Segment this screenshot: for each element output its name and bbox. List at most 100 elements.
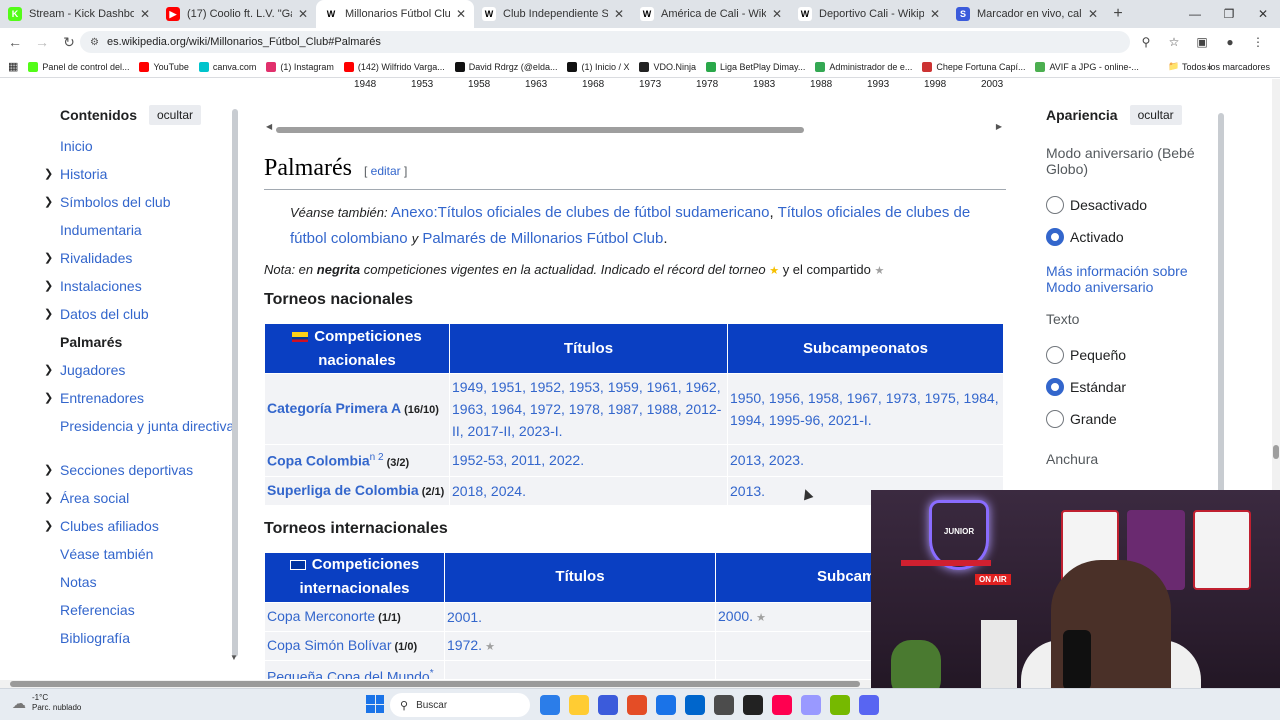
chevron-right-icon[interactable]: ❯: [44, 193, 53, 211]
bookmark-item[interactable]: (1) Instagram: [266, 61, 334, 72]
see-also-link-1[interactable]: Anexo:Títulos oficiales de clubes de fút…: [391, 204, 770, 221]
toc-item[interactable]: ❯ Rivalidades: [44, 249, 235, 277]
radio-checked-icon[interactable]: [1046, 378, 1064, 396]
bookmark-item[interactable]: AVIF a JPG - online-...: [1035, 61, 1139, 72]
toc-item[interactable]: ❯ Secciones deportivas: [44, 461, 235, 489]
back-icon[interactable]: ←: [3, 30, 27, 54]
radio-option[interactable]: Pequeño: [1046, 339, 1206, 371]
browser-tab[interactable]: K Stream - Kick Dashboard ✕: [0, 0, 158, 28]
toc-item[interactable]: ❯ Entrenadores: [44, 389, 235, 417]
taskbar-app-icon[interactable]: [627, 695, 647, 715]
close-tab-icon[interactable]: ✕: [1088, 7, 1098, 21]
toc-item[interactable]: Bibliografía: [60, 629, 235, 657]
titles-years[interactable]: 1972.: [447, 637, 482, 653]
scroll-right-icon[interactable]: ▶: [996, 122, 1002, 131]
radio-unchecked-icon[interactable]: [1046, 196, 1064, 214]
radio-checked-icon[interactable]: [1046, 228, 1064, 246]
toc-item[interactable]: ❯ Historia: [44, 165, 235, 193]
taskbar-app-icon[interactable]: [540, 695, 560, 715]
bookmark-item[interactable]: Administrador de e...: [815, 61, 912, 72]
toc-item[interactable]: Indumentaria: [60, 221, 235, 249]
toc-item[interactable]: Presidencia y junta directiva: [60, 417, 235, 461]
toc-item[interactable]: Palmarés: [60, 333, 235, 361]
close-tab-icon[interactable]: ✕: [772, 7, 782, 21]
browser-tab[interactable]: W Deportivo Cali - Wikipedia, la e ✕: [790, 0, 948, 28]
taskbar-app-icon[interactable]: [801, 695, 821, 715]
taskbar-search[interactable]: ⚲ Buscar: [390, 693, 530, 717]
chevron-right-icon[interactable]: ❯: [44, 305, 53, 323]
competition-link[interactable]: Copa Colombia: [267, 453, 370, 469]
titles-years[interactable]: 2018, 2024.: [452, 483, 526, 499]
radio-option[interactable]: Activado: [1046, 221, 1206, 253]
competition-link[interactable]: Copa Simón Bolívar: [267, 637, 392, 653]
competition-link[interactable]: Copa Merconorte: [267, 608, 375, 624]
toc-hide-button[interactable]: ocultar: [149, 105, 202, 125]
toc-item[interactable]: ❯ Datos del club: [44, 305, 235, 333]
chevron-right-icon[interactable]: ❯: [44, 389, 53, 407]
menu-icon[interactable]: ⋮: [1244, 31, 1272, 53]
weather-widget[interactable]: ☁ -1°C Parc. nublado: [12, 693, 81, 713]
competition-link[interactable]: Categoría Primera A: [267, 400, 401, 416]
bookmark-item[interactable]: canva.com: [198, 61, 256, 72]
radio-option[interactable]: Estándar: [1046, 371, 1206, 403]
titles-years[interactable]: 1949, 1951, 1952, 1953, 1959, 1961, 1962…: [452, 379, 721, 439]
taskbar-app-icon[interactable]: [743, 695, 763, 715]
bookmark-item[interactable]: David Rdrgz (@elda...: [454, 61, 557, 72]
minimize-icon[interactable]: —: [1178, 0, 1212, 28]
radio-option[interactable]: Grande: [1046, 403, 1206, 435]
taskbar-app-icon[interactable]: [569, 695, 589, 715]
browser-tab[interactable]: ▶ (17) Coolio ft. L.V. "Gangsta's Pa ✕: [158, 0, 316, 28]
bookmark-item[interactable]: (1) Inicio / X: [567, 61, 629, 72]
radio-option[interactable]: Desactivado: [1046, 189, 1206, 221]
toc-item[interactable]: ❯ Clubes afiliados: [44, 517, 235, 545]
anniversary-info-link[interactable]: Más información sobre Modo aniversario: [1046, 263, 1206, 295]
taskbar-app-icon[interactable]: [859, 695, 879, 715]
runner-up-years[interactable]: 2000.: [718, 608, 753, 624]
close-tab-icon[interactable]: ✕: [456, 7, 466, 21]
toc-item[interactable]: ❯ Área social: [44, 489, 235, 517]
bookmark-item[interactable]: VDO.Ninja: [639, 61, 696, 72]
extensions-icon[interactable]: ▣: [1188, 31, 1216, 53]
see-also-link-3[interactable]: Palmarés de Millonarios Fútbol Club: [422, 230, 663, 247]
close-tab-icon[interactable]: ✕: [298, 7, 308, 21]
toc-item[interactable]: Véase también: [60, 545, 235, 573]
taskbar-app-icon[interactable]: [598, 695, 618, 715]
site-info-icon[interactable]: ⚙: [90, 37, 99, 48]
bookmark-star-icon[interactable]: ☆: [1160, 31, 1188, 53]
chevron-right-icon[interactable]: ❯: [44, 517, 53, 535]
close-window-icon[interactable]: ✕: [1246, 0, 1280, 28]
profile-icon[interactable]: ●: [1216, 31, 1244, 53]
toc-scrollbar[interactable]: [232, 109, 238, 657]
runner-up-years[interactable]: 2013, 2023.: [730, 452, 804, 468]
close-tab-icon[interactable]: ✕: [140, 7, 150, 21]
radio-unchecked-icon[interactable]: [1046, 346, 1064, 364]
footnote-ref[interactable]: n 2: [370, 452, 384, 463]
browser-tab[interactable]: S Marcador en vivo, calendario y ✕: [948, 0, 1106, 28]
timeline-scrollbar[interactable]: ◀ ▶: [266, 122, 1002, 133]
taskbar-app-icon[interactable]: [772, 695, 792, 715]
bookmark-item[interactable]: Chepe Fortuna Capí...: [922, 61, 1025, 72]
forward-icon[interactable]: →: [30, 30, 54, 54]
bookmark-item[interactable]: Liga BetPlay Dimay...: [705, 61, 805, 72]
footnote-ref[interactable]: *: [430, 668, 434, 679]
appearance-hide-button[interactable]: ocultar: [1129, 105, 1182, 125]
competition-link[interactable]: Superliga de Colombia: [267, 482, 419, 498]
runner-up-years[interactable]: 1950, 1956, 1958, 1967, 1973, 1975, 1984…: [730, 390, 999, 428]
toc-scroll-down-icon[interactable]: ▼: [230, 653, 238, 662]
toc-item[interactable]: Inicio: [60, 137, 235, 165]
all-bookmarks-button[interactable]: 📁 Todos los marcadores: [1168, 61, 1270, 72]
chevron-right-icon[interactable]: ❯: [44, 489, 53, 507]
toc-item[interactable]: Notas: [60, 573, 235, 601]
start-icon[interactable]: [366, 695, 384, 713]
radio-unchecked-icon[interactable]: [1046, 410, 1064, 428]
titles-years[interactable]: 2001.: [447, 609, 482, 625]
chevron-right-icon[interactable]: ❯: [44, 461, 53, 479]
bookmark-item[interactable]: Panel de control del...: [28, 61, 129, 72]
taskbar-app-icon[interactable]: [656, 695, 676, 715]
browser-tab[interactable]: W Club Independiente Santa Fe - ✕: [474, 0, 632, 28]
apps-grid-icon[interactable]: ▦: [8, 60, 18, 73]
taskbar-app-icon[interactable]: [714, 695, 734, 715]
close-tab-icon[interactable]: ✕: [614, 7, 624, 21]
browser-tab[interactable]: W América de Cali - Wikipedia, la ✕: [632, 0, 790, 28]
bookmark-item[interactable]: YouTube: [139, 61, 189, 72]
